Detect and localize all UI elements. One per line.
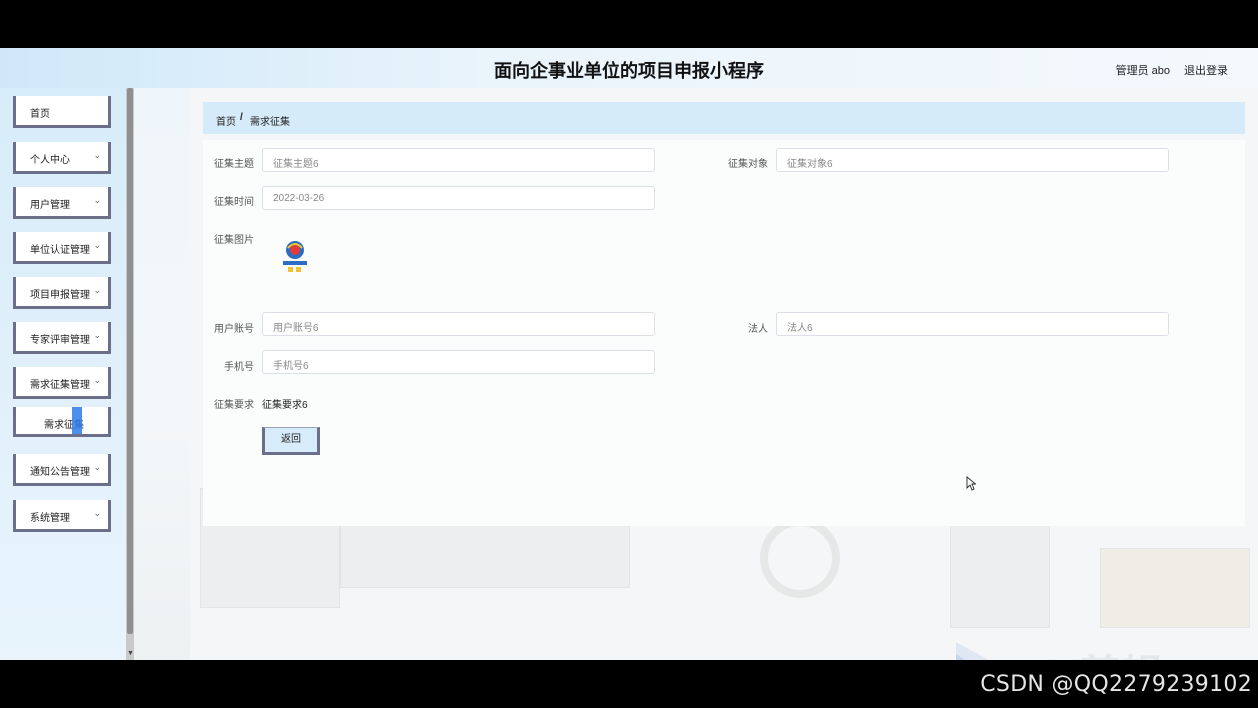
sidebar-item-label: 系统管理 (30, 513, 70, 524)
app-window: 面向企事业单位的项目申报小程序 管理员 abo 退出登录 ▼ eV剪辑 首页 /… (0, 48, 1258, 660)
legal-person-label: 法人 (748, 324, 768, 335)
sidebar-item-notice-management[interactable]: 通知公告管理 ⌄ (13, 454, 111, 486)
account-label: 用户账号 (214, 324, 254, 335)
ev-play-icon (956, 642, 989, 660)
sidebar-item-user-management[interactable]: 用户管理 ⌄ (13, 187, 111, 219)
logout-link[interactable]: 退出登录 (1184, 62, 1228, 78)
chevron-down-icon: ⌄ (93, 330, 101, 340)
legal-person-field[interactable]: 法人6 (776, 312, 1169, 336)
sidebar-item-system-management[interactable]: 系统管理 ⌄ (13, 500, 111, 532)
sidebar-scrollbar-thumb[interactable] (127, 88, 133, 634)
account-field[interactable]: 用户账号6 (262, 312, 655, 336)
sidebar-item-label: 首页 (30, 109, 50, 120)
time-field[interactable]: 2022-03-26 (262, 186, 655, 210)
csdn-watermark: CSDN @QQ2279239102 (980, 672, 1252, 697)
background-decoration (1100, 548, 1250, 628)
sidebar-item-personal-center[interactable]: 个人中心 ⌄ (13, 142, 111, 174)
breadcrumb: 首页 / 需求征集 (203, 102, 1245, 134)
chevron-down-icon: ⌄ (93, 195, 101, 205)
back-button[interactable]: 返回 (262, 427, 320, 455)
theme-label: 征集主题 (214, 159, 254, 170)
text-selection-highlight (72, 407, 82, 434)
breadcrumb-home[interactable]: 首页 (216, 113, 236, 128)
target-label: 征集对象 (728, 159, 768, 170)
sidebar-item-label: 项目申报管理 (30, 290, 90, 301)
chevron-down-icon: ⌄ (93, 462, 101, 472)
breadcrumb-separator: / (240, 112, 243, 123)
sidebar-item-label: 个人中心 (30, 155, 70, 166)
video-top-bar (0, 0, 1258, 48)
sidebar-item-label: 需求征集管理 (30, 380, 90, 391)
sidebar-item-unit-certification[interactable]: 单位认证管理 ⌄ (13, 232, 111, 264)
admin-user-label: 管理员 abo (1115, 65, 1170, 77)
requirement-label: 征集要求 (214, 400, 254, 411)
sidebar-item-project-declaration[interactable]: 项目申报管理 ⌄ (13, 277, 111, 309)
chevron-down-icon: ⌄ (93, 150, 101, 160)
phone-label: 手机号 (224, 362, 254, 373)
app-header: 面向企事业单位的项目申报小程序 管理员 abo 退出登录 (0, 48, 1258, 88)
sidebar-item-home[interactable]: 首页 (13, 96, 111, 128)
app-title: 面向企事业单位的项目申报小程序 (494, 61, 764, 81)
scroll-down-icon[interactable]: ▼ (127, 650, 134, 657)
chevron-down-icon: ⌄ (93, 285, 101, 295)
theme-field[interactable]: 征集主题6 (262, 148, 655, 172)
time-label: 征集时间 (214, 197, 254, 208)
requirement-value: 征集要求6 (262, 400, 308, 411)
sidebar-item-label: 专家评审管理 (30, 335, 90, 346)
demand-image (283, 241, 307, 272)
ev-watermark: eV剪辑 (1018, 642, 1163, 660)
target-field[interactable]: 征集对象6 (776, 148, 1169, 172)
sidebar-subitem-demand-collection[interactable]: 需求征集 (13, 407, 111, 437)
chevron-down-icon: ⌄ (93, 240, 101, 250)
sidebar-item-expert-review[interactable]: 专家评审管理 ⌄ (13, 322, 111, 354)
sidebar-item-label: 单位认证管理 (30, 245, 90, 256)
mouse-cursor-icon (966, 476, 976, 491)
phone-field[interactable]: 手机号6 (262, 350, 655, 374)
breadcrumb-current: 需求征集 (250, 117, 290, 128)
sidebar-item-demand-collection[interactable]: 需求征集管理 ⌄ (13, 367, 111, 399)
chevron-down-icon: ⌄ (93, 375, 101, 385)
chevron-down-icon: ⌄ (93, 508, 101, 518)
sidebar-item-label: 通知公告管理 (30, 467, 90, 478)
sidebar-item-label: 用户管理 (30, 200, 70, 211)
image-label: 征集图片 (214, 235, 254, 246)
background-decoration (760, 518, 840, 598)
